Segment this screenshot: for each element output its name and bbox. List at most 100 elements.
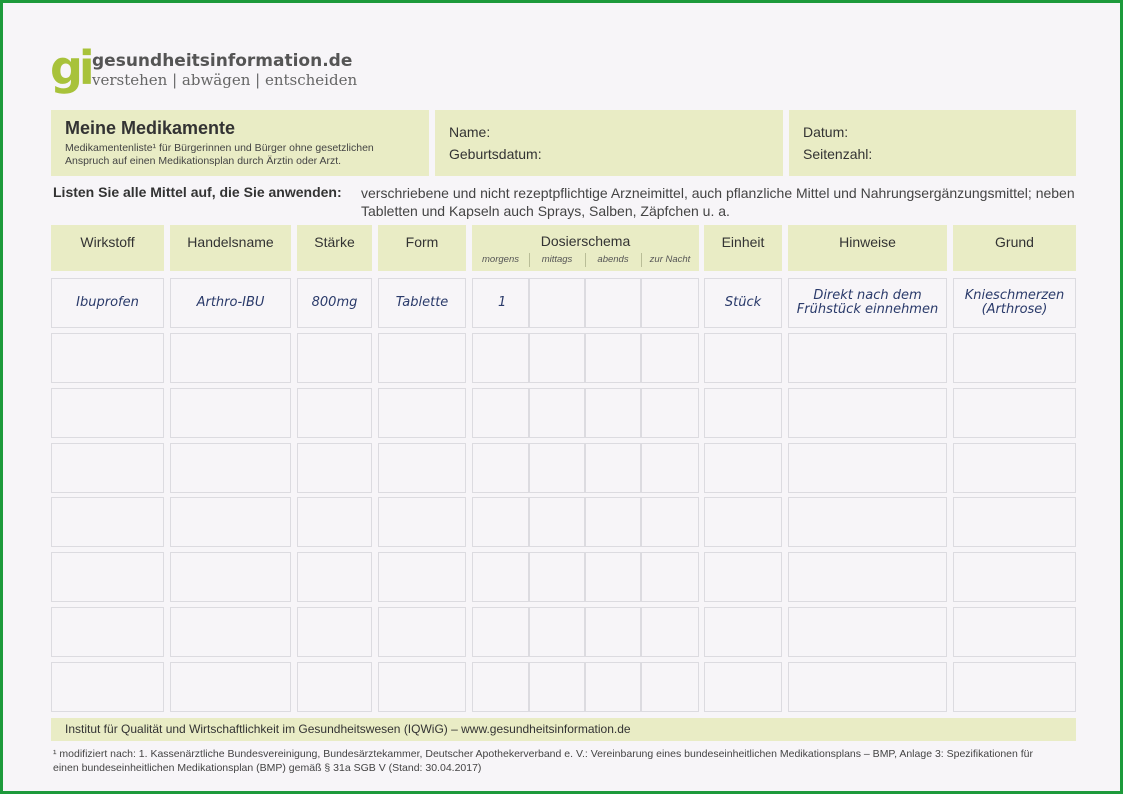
cell-mittags[interactable] [529,661,585,712]
cell-einheit[interactable] [704,661,782,712]
cell-mittags[interactable] [529,552,585,603]
cell-handelsname[interactable] [170,333,291,383]
cell-form[interactable] [378,333,466,383]
cell-morgens[interactable] [472,661,529,712]
cell-form[interactable] [378,442,466,493]
cell-einheit[interactable]: Stück [704,278,782,328]
cell-hinweise[interactable]: Direkt nach dem Frühstück einnehmen [788,278,947,328]
cell-mittags[interactable] [529,497,585,548]
cell-mittags[interactable] [529,442,585,493]
cell-abends[interactable] [585,278,641,328]
cell-einheit[interactable] [704,387,782,438]
cell-abends[interactable] [585,333,641,383]
cell-form[interactable] [378,552,466,603]
cell-hinweise[interactable] [788,497,947,548]
cell-wirkstoff[interactable] [51,661,164,712]
cell-handelsname[interactable] [170,442,291,493]
cell-staerke[interactable] [297,442,372,493]
cell-text: Stück [724,295,762,310]
cell-grund[interactable] [953,607,1076,657]
cell-wirkstoff[interactable] [51,387,164,438]
cell-hinweise[interactable] [788,661,947,712]
cell-wirkstoff[interactable] [51,442,164,493]
logo-tagline: verstehen | abwägen | entscheiden [92,71,358,89]
cell-staerke[interactable] [297,497,372,548]
cell-grund[interactable] [953,497,1076,548]
cell-wirkstoff[interactable] [51,607,164,657]
cell-handelsname[interactable] [170,661,291,712]
cell-abends[interactable] [585,661,641,712]
cell-staerke[interactable] [297,387,372,438]
cell-handelsname[interactable] [170,607,291,657]
cell-abends[interactable] [585,497,641,548]
cell-staerke[interactable] [297,333,372,383]
date-label: Datum: [803,124,849,140]
cell-abends[interactable] [585,552,641,603]
sub-header-zur-nacht: zur Nacht [649,254,691,265]
cell-zur-nacht[interactable] [641,607,699,657]
cell-form[interactable] [378,607,466,657]
cell-handelsname[interactable] [170,497,291,548]
cell-hinweise[interactable] [788,333,947,383]
cell-hinweise[interactable] [788,607,947,657]
cell-text: Tablette [395,295,449,310]
cell-einheit[interactable] [704,333,782,383]
cell-hinweise[interactable] [788,552,947,603]
cell-wirkstoff[interactable] [51,497,164,548]
cell-wirkstoff[interactable] [51,552,164,603]
cell-einheit[interactable] [704,497,782,548]
cell-mittags[interactable] [529,278,585,328]
cell-morgens[interactable]: 1 [472,278,529,328]
footnote: ¹ modifiziert nach: 1. Kassenärztliche B… [53,748,1034,774]
cell-morgens[interactable] [472,333,529,383]
cell-form[interactable] [378,387,466,438]
cell-morgens[interactable] [472,387,529,438]
cell-grund[interactable] [953,387,1076,438]
cell-hinweise[interactable] [788,442,947,493]
cell-form[interactable] [378,497,466,548]
cell-abends[interactable] [585,442,641,493]
cell-staerke[interactable] [297,552,372,603]
header-label: Hinweise [839,234,896,250]
cell-staerke[interactable]: 800mg [297,278,372,328]
cell-form[interactable]: Tablette [378,278,466,328]
logo-mark-icon: gi [50,41,95,95]
cell-mittags[interactable] [529,607,585,657]
cell-handelsname[interactable] [170,387,291,438]
cell-handelsname[interactable] [170,552,291,603]
cell-zur-nacht[interactable] [641,278,699,328]
footer-bar: Institut für Qualität und Wirtschaftlich… [51,718,1076,741]
cell-staerke[interactable] [297,607,372,657]
cell-hinweise[interactable] [788,387,947,438]
cell-morgens[interactable] [472,497,529,548]
cell-wirkstoff[interactable]: Ibuprofen [51,278,164,328]
cell-morgens[interactable] [472,607,529,657]
cell-einheit[interactable] [704,442,782,493]
cell-mittags[interactable] [529,333,585,383]
header-label: Dosierschema [540,233,631,249]
cell-grund[interactable]: Knieschmerzen (Arthrose) [953,278,1076,328]
header-handelsname: Handelsname [170,225,291,271]
cell-zur-nacht[interactable] [641,552,699,603]
cell-wirkstoff[interactable] [51,333,164,383]
cell-abends[interactable] [585,607,641,657]
cell-morgens[interactable] [472,442,529,493]
cell-zur-nacht[interactable] [641,333,699,383]
header-grund: Grund [953,225,1076,271]
cell-grund[interactable] [953,442,1076,493]
cell-abends[interactable] [585,387,641,438]
cell-zur-nacht[interactable] [641,442,699,493]
cell-zur-nacht[interactable] [641,497,699,548]
cell-zur-nacht[interactable] [641,387,699,438]
cell-einheit[interactable] [704,552,782,603]
cell-grund[interactable] [953,661,1076,712]
cell-staerke[interactable] [297,661,372,712]
cell-mittags[interactable] [529,387,585,438]
cell-handelsname[interactable]: Arthro-IBU [170,278,291,328]
cell-form[interactable] [378,661,466,712]
cell-grund[interactable] [953,333,1076,383]
cell-einheit[interactable] [704,607,782,657]
cell-morgens[interactable] [472,552,529,603]
cell-grund[interactable] [953,552,1076,603]
cell-zur-nacht[interactable] [641,661,699,712]
